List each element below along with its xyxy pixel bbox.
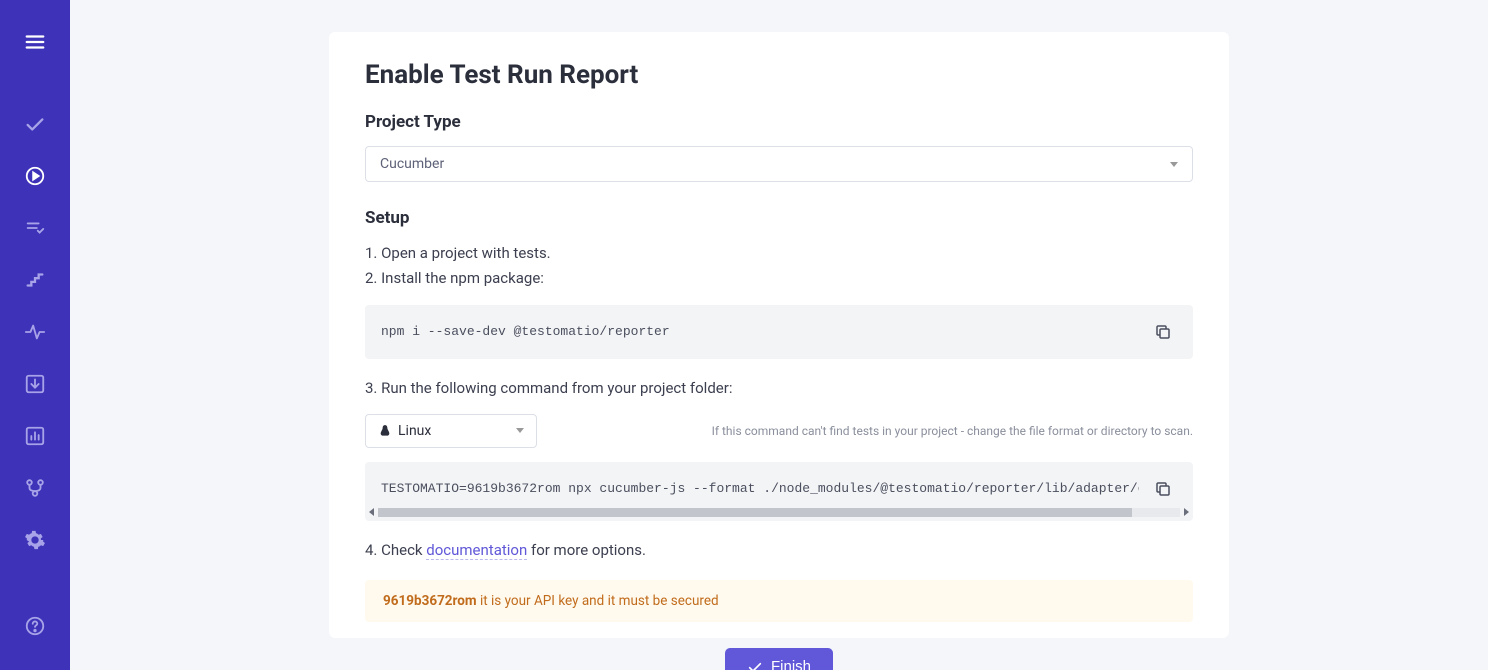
step-4-wrap: 4. Check documentation for more options. [365, 539, 1193, 562]
scan-hint: If this command can't find tests in your… [712, 424, 1193, 438]
pulse-icon[interactable] [15, 312, 55, 352]
gear-icon[interactable] [15, 520, 55, 560]
steps-icon[interactable] [15, 260, 55, 300]
scroll-thumb[interactable] [378, 508, 1132, 517]
step-4-prefix: 4. Check [365, 541, 426, 559]
install-command-block: npm i --save-dev @testomatio/reporter [365, 305, 1193, 359]
scroll-right-arrow[interactable] [1184, 508, 1189, 516]
play-circle-icon[interactable] [15, 156, 55, 196]
copy-run-button[interactable] [1149, 475, 1177, 503]
step-4-suffix: for more options. [527, 541, 646, 559]
page-title: Enable Test Run Report [365, 60, 1193, 90]
step-2: 2. Install the npm package: [365, 267, 1193, 290]
setup-steps: 1. Open a project with tests. 2. Install… [365, 242, 1193, 291]
import-icon[interactable] [15, 364, 55, 404]
hamburger-icon[interactable] [15, 22, 55, 62]
run-command: TESTOMATIO=9619b3672rom npx cucumber-js … [381, 481, 1139, 496]
run-command-block: TESTOMATIO=9619b3672rom npx cucumber-js … [365, 462, 1193, 521]
setup-label: Setup [365, 208, 1193, 228]
finish-row: Finish [365, 648, 1193, 670]
finish-button[interactable]: Finish [725, 648, 833, 670]
scroll-track[interactable] [378, 508, 1180, 517]
documentation-link[interactable]: documentation [426, 541, 527, 560]
install-command: npm i --save-dev @testomatio/reporter [381, 324, 1139, 339]
check-icon [747, 659, 763, 670]
os-select[interactable]: Linux [365, 414, 537, 448]
api-key-value: 9619b3672rom [383, 593, 477, 609]
branch-icon[interactable] [15, 468, 55, 508]
scroll-left-arrow[interactable] [369, 508, 374, 516]
project-type-value: Cucumber [380, 156, 444, 172]
help-icon[interactable] [15, 606, 55, 646]
checklist-icon[interactable] [15, 208, 55, 248]
run-command-scrollbar[interactable] [365, 507, 1193, 521]
check-icon[interactable] [15, 104, 55, 144]
chevron-down-icon [1170, 162, 1178, 167]
os-value: Linux [398, 423, 431, 439]
copy-install-button[interactable] [1149, 318, 1177, 346]
linux-icon [378, 424, 392, 438]
project-type-select[interactable]: Cucumber [365, 146, 1193, 182]
step-3: 3. Run the following command from your p… [365, 377, 1193, 400]
project-type-label: Project Type [365, 112, 1193, 132]
main-content: Enable Test Run Report Project Type Cucu… [70, 0, 1488, 670]
finish-label: Finish [771, 658, 811, 670]
os-row: Linux If this command can't find tests i… [365, 414, 1193, 448]
chevron-down-icon [516, 428, 524, 433]
setup-card: Enable Test Run Report Project Type Cucu… [329, 32, 1229, 638]
api-key-alert: 9619b3672rom it is your API key and it m… [365, 580, 1193, 622]
analytics-icon[interactable] [15, 416, 55, 456]
sidebar [0, 0, 70, 670]
step-1: 1. Open a project with tests. [365, 242, 1193, 265]
step-3-wrap: 3. Run the following command from your p… [365, 377, 1193, 400]
api-key-text: it is your API key and it must be secure… [477, 593, 719, 609]
